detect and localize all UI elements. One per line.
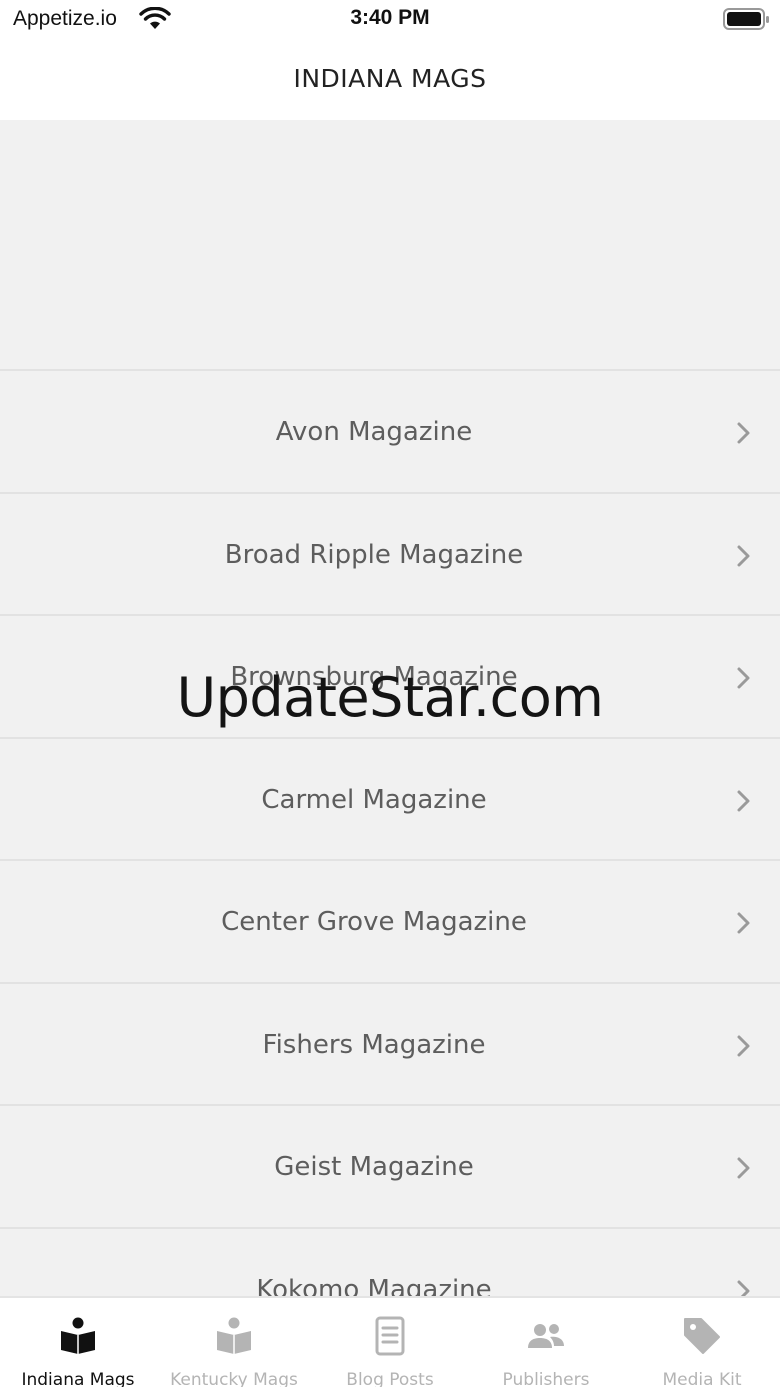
book-reader-icon <box>61 1317 95 1354</box>
tab-indiana-mags[interactable]: Indiana Mags <box>0 1298 156 1387</box>
list-item[interactable]: Carmel Magazine <box>0 738 780 861</box>
list-item-label: Avon Magazine <box>275 417 473 447</box>
tab-bar: Indiana Mags Kentucky Mags Blog Posts Pu… <box>0 1296 780 1387</box>
status-time: 3:40 PM <box>350 6 430 29</box>
chevron-right-icon <box>737 422 750 444</box>
list-item[interactable]: Broad Ripple Magazine <box>0 493 780 616</box>
tag-icon <box>684 1318 720 1354</box>
chevron-right-icon <box>737 1035 750 1056</box>
navigation-bar: INDIANA MAGS <box>0 44 780 120</box>
tab-media-kit[interactable]: Media Kit <box>624 1298 780 1387</box>
magazine-list: Avon Magazine Broad Ripple Magazine Brow… <box>0 371 780 1296</box>
list-item[interactable]: Center Grove Magazine <box>0 861 780 984</box>
banner-area <box>0 120 780 371</box>
list-item-label: Kokomo Magazine <box>256 1274 492 1297</box>
tab-label: Publishers <box>502 1370 590 1387</box>
tab-publishers[interactable]: Publishers <box>468 1298 624 1387</box>
list-item-label: Center Grove Magazine <box>221 907 527 937</box>
battery-icon <box>723 8 769 30</box>
chevron-right-icon <box>737 545 750 566</box>
list-item-label: Geist Magazine <box>274 1152 474 1182</box>
list-item[interactable]: Avon Magazine <box>0 371 780 494</box>
chevron-right-icon <box>737 790 750 811</box>
page-title: INDIANA MAGS <box>293 64 487 93</box>
tab-label: Blog Posts <box>346 1370 434 1387</box>
tab-label: Indiana Mags <box>21 1370 135 1387</box>
list-item-label: Carmel Magazine <box>261 784 487 815</box>
list-item-label: Fishers Magazine <box>262 1029 486 1060</box>
list-item[interactable]: Fishers Magazine <box>0 983 780 1106</box>
list-item[interactable]: Kokomo Magazine <box>0 1228 780 1297</box>
book-reader-icon <box>217 1317 251 1354</box>
list-item[interactable]: Geist Magazine <box>0 1106 780 1229</box>
chevron-right-icon <box>737 1157 750 1179</box>
tab-label: Kentucky Mags <box>170 1370 298 1387</box>
tab-blog-posts[interactable]: Blog Posts <box>312 1298 468 1387</box>
chevron-right-icon <box>737 1280 750 1296</box>
status-bar: Appetize.io 3:40 PM <box>0 0 780 44</box>
users-icon <box>528 1324 564 1348</box>
watermark-text: UpdateStar.com <box>176 666 604 729</box>
chevron-right-icon <box>737 912 750 934</box>
tab-label: Media Kit <box>662 1370 742 1387</box>
list-item-label: Broad Ripple Magazine <box>224 539 524 570</box>
tab-kentucky-mags[interactable]: Kentucky Mags <box>156 1298 312 1387</box>
document-icon <box>375 1316 405 1356</box>
